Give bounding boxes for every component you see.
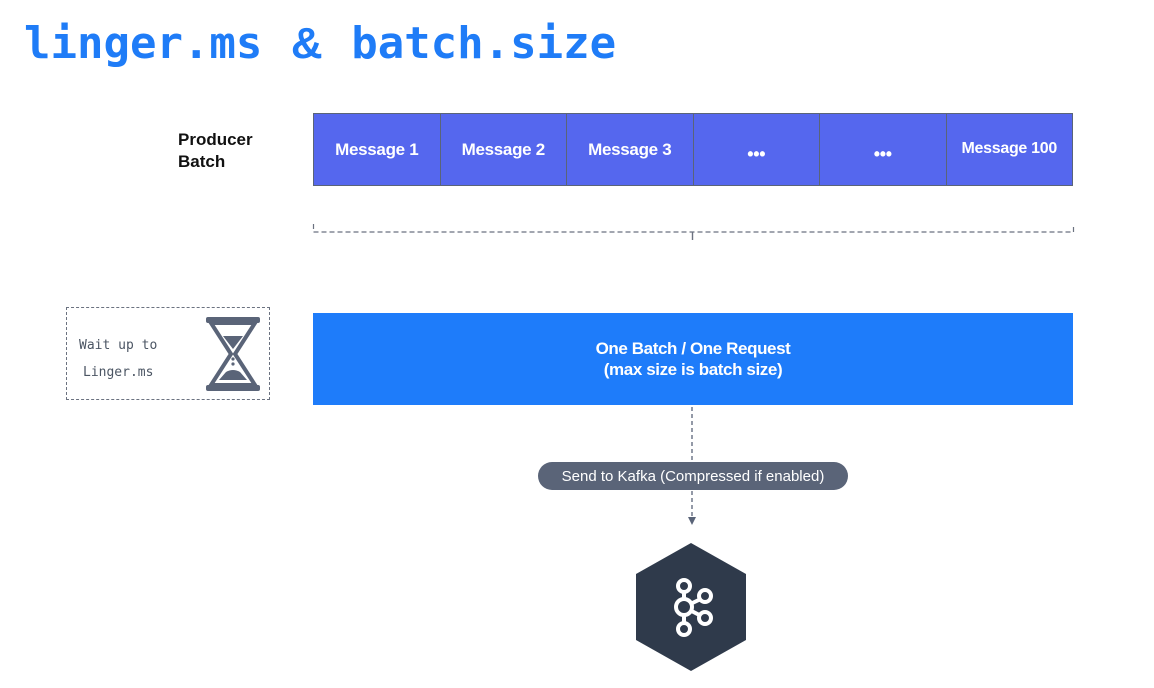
request-line2: (max size is batch size) bbox=[603, 360, 783, 379]
one-batch-request-box: One Batch / One Request (max size is bat… bbox=[313, 313, 1073, 405]
send-to-kafka-pill: Send to Kafka (Compressed if enabled) bbox=[538, 462, 848, 490]
title-ampersand: & bbox=[290, 19, 323, 68]
kafka-logo-icon bbox=[636, 543, 746, 671]
message-cell-2: Message 2 bbox=[441, 114, 567, 185]
wait-line2: Linger.ms bbox=[83, 365, 154, 380]
message-cell-ellipsis-1: ••• bbox=[694, 114, 820, 185]
request-line1: One Batch / One Request bbox=[595, 339, 791, 358]
linger-wait-box: Wait up to Linger.ms bbox=[66, 307, 270, 400]
message-cell-100: Message 100 bbox=[961, 139, 1058, 157]
title-linger-ms: linger.ms bbox=[24, 18, 263, 69]
message-cell-3: Message 3 bbox=[567, 114, 694, 185]
producer-batch-label: Producer Batch bbox=[178, 129, 253, 173]
page-title: linger.ms & batch.size bbox=[24, 18, 616, 69]
batch-grouping-bracket bbox=[312, 224, 1075, 240]
wait-line1: Wait up to bbox=[79, 338, 158, 353]
message-cell-ellipsis-2: ••• bbox=[820, 114, 947, 185]
hourglass-icon bbox=[206, 317, 260, 391]
wait-text: Wait up to Linger.ms bbox=[79, 332, 157, 386]
producer-label-line1: Producer bbox=[178, 130, 253, 149]
producer-label-line2: Batch bbox=[178, 152, 226, 171]
title-batch-size: batch.size bbox=[351, 18, 617, 69]
message-cell-1: Message 1 bbox=[314, 114, 441, 185]
producer-batch-row: Message 1 Message 2 Message 3 ••• ••• Me… bbox=[313, 113, 1073, 186]
